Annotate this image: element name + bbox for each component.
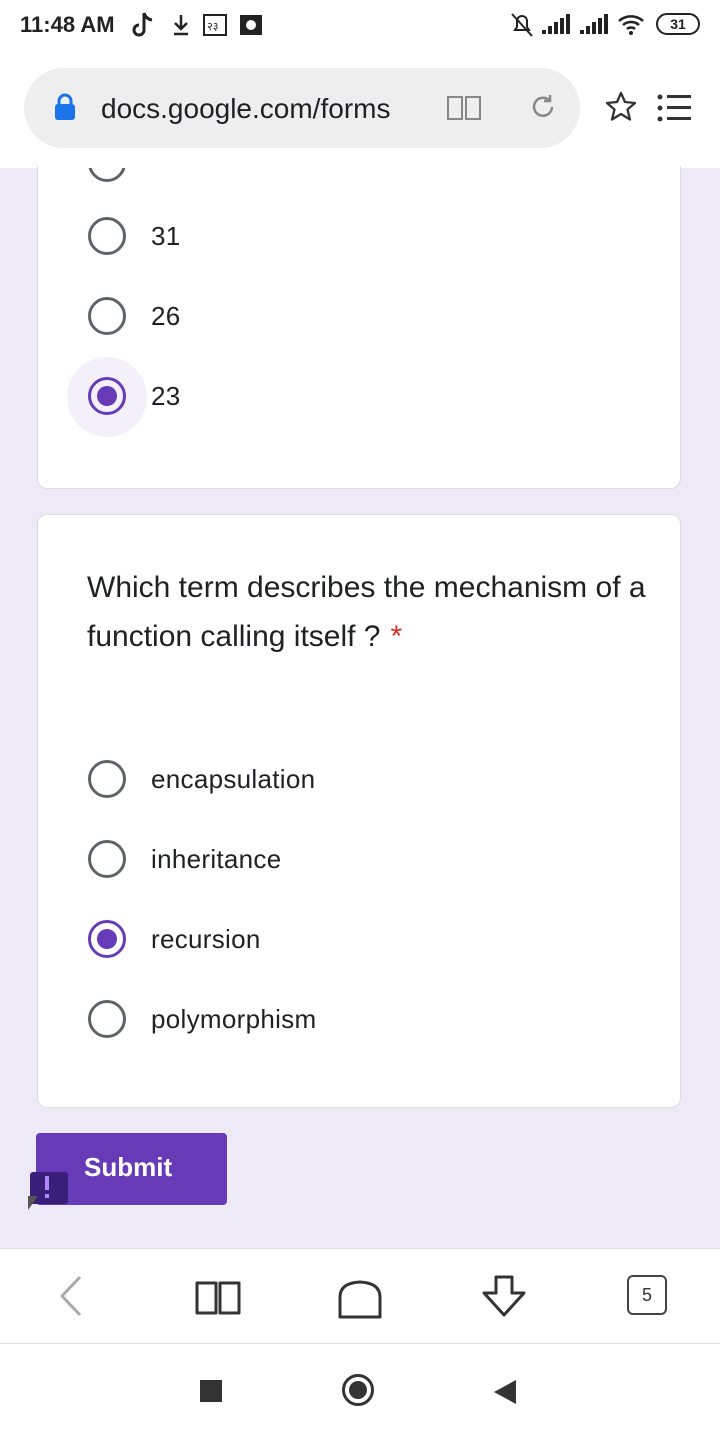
mute-icon [511,13,533,37]
radio-button[interactable] [88,760,126,798]
badge-tail [28,1196,38,1210]
radio-button[interactable] [88,217,126,255]
lock-icon [55,93,75,120]
question-title: Which term describes the mechanism of a … [87,563,647,661]
battery-icon: 31 [656,13,700,35]
option-label: polymorphism [151,1004,317,1034]
svg-text:२३: २३ [207,21,218,33]
question-text: Which term describes the mechanism of a … [87,571,646,653]
wifi-icon [618,15,644,35]
option-polymorphism[interactable]: polymorphism [38,988,638,1048]
question-card: Which term describes the mechanism of a … [37,514,681,1108]
form-background: 31 26 23 Which term describes the mechan… [0,166,720,1248]
app-icon: २३ [203,14,227,36]
back-button[interactable] [494,1380,516,1404]
gallery-icon [240,15,262,35]
option-recursion[interactable]: recursion [38,908,638,968]
reader-mode-icon[interactable] [446,94,482,122]
star-icon[interactable] [604,90,638,124]
reload-icon[interactable] [528,92,558,122]
option-23[interactable]: 23 [38,365,638,425]
question-card: 31 26 23 [37,166,681,489]
option-label: recursion [151,924,261,954]
option-label: inheritance [151,844,282,874]
radio-button-selected[interactable] [88,377,126,415]
home-icon[interactable] [336,1279,384,1321]
home-button[interactable] [342,1374,374,1406]
download-icon [174,15,188,36]
radio-button[interactable] [88,1000,126,1038]
option-encapsulation[interactable]: encapsulation [38,748,638,808]
url-text[interactable]: docs.google.com/forms [101,93,390,125]
menu-icon[interactable] [656,92,692,126]
download-arrow-icon[interactable] [478,1273,530,1321]
option-label: 31 [151,221,181,251]
recent-apps-button[interactable] [200,1380,222,1402]
required-mark: * [390,620,403,653]
radio-button[interactable] [88,297,126,335]
browser-bottom-bar: 5 [0,1248,720,1344]
signal-icon [542,14,570,34]
radio-button[interactable] [88,840,126,878]
option-31[interactable]: 31 [38,205,638,265]
option-inheritance[interactable]: inheritance [38,828,638,888]
tab-count-button[interactable]: 5 [627,1275,667,1315]
radio-button-selected[interactable] [88,920,126,958]
tiktok-icon [132,12,153,37]
signal-icon [580,14,608,34]
system-nav-bar [0,1344,720,1440]
option-label: 23 [151,381,181,411]
back-arrow-icon[interactable] [56,1273,86,1319]
address-bar[interactable]: docs.google.com/forms [24,68,580,148]
bookmarks-icon[interactable] [194,1279,242,1317]
option-26[interactable]: 26 [38,285,638,345]
option-label: 26 [151,301,181,331]
status-bar: 11:48 AM २३ 31 [0,0,720,50]
option-label: encapsulation [151,764,316,794]
status-time: 11:48 AM [20,12,115,37]
